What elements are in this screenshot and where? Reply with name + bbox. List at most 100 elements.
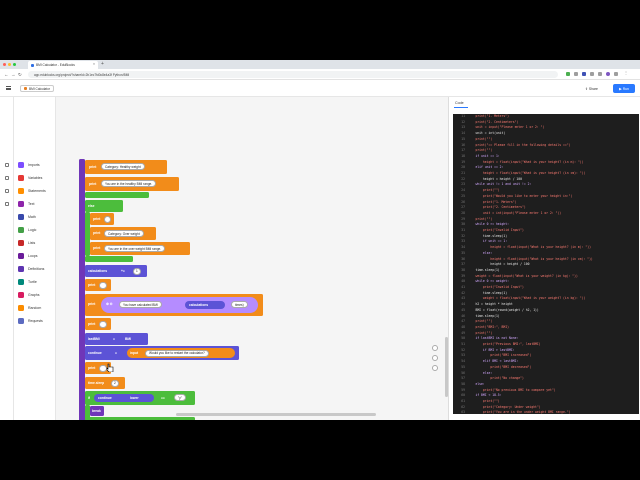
string-value[interactable]: You have calculated BMI: [119, 301, 162, 308]
help-icon[interactable]: [5, 202, 9, 206]
code-text: time.sleep(1): [468, 290, 508, 295]
empty-string-value[interactable]: [99, 281, 107, 289]
print-block[interactable]: print Category: Over weight: [90, 227, 156, 240]
extension-icon[interactable]: [614, 72, 618, 76]
continue-lower-block[interactable]: continue lower: [94, 394, 154, 402]
run-button[interactable]: ▶ Run: [613, 84, 635, 93]
logic-category-icon: [18, 227, 24, 233]
break-block[interactable]: break: [90, 406, 104, 416]
print-block[interactable]: print: [90, 213, 114, 225]
tab-code[interactable]: Code: [455, 101, 464, 105]
string-value[interactable]: Category: Healthy weight: [101, 163, 145, 170]
string-value[interactable]: Would you like to restart the calculator…: [145, 349, 209, 357]
category-imports[interactable]: Imports: [18, 161, 40, 169]
lastbmi-assign-block[interactable]: lastBMI = BMI: [85, 333, 148, 345]
print-block[interactable]: print You are in the over weight BMI ran…: [90, 242, 190, 255]
code-text: print(""): [468, 188, 500, 193]
calculations-increment-block[interactable]: calculations += 1: [85, 265, 147, 277]
code-text: print("Invalid Input"): [468, 285, 524, 289]
code-text: while unit != 1 and unit != 2:: [468, 182, 532, 187]
url-input[interactable]: app.edublocks.org/project/?shareId=2b1ec…: [28, 71, 558, 78]
code-text: if unit == 1:: [468, 153, 500, 158]
calculations-variable[interactable]: calculations: [185, 301, 225, 309]
reload-icon[interactable]: ↻: [18, 72, 22, 78]
string-value[interactable]: Category: Over weight: [104, 230, 144, 237]
category-definitions[interactable]: Definitions: [18, 265, 44, 273]
extension-icon[interactable]: [598, 72, 602, 76]
string-value[interactable]: times): [231, 301, 248, 308]
graphs-category-icon: [18, 292, 24, 298]
continue-assign-block[interactable]: continue = input Would you like to resta…: [85, 346, 239, 360]
empty-string-value[interactable]: [104, 215, 111, 223]
window-controls[interactable]: [3, 63, 16, 66]
print-block[interactable]: print Category: Healthy weight: [85, 160, 167, 174]
print-block[interactable]: print: [85, 279, 111, 291]
category-lists[interactable]: Lists: [18, 239, 35, 247]
browser-tab[interactable]: BMI Calculator - EduBlocks ×: [28, 61, 98, 69]
back-icon[interactable]: ←: [4, 72, 9, 77]
category-variables[interactable]: Variables: [18, 174, 42, 182]
project-name-button[interactable]: BMI Calculator: [20, 85, 54, 92]
category-label: Turtle: [28, 280, 37, 284]
code-text: print("You are in the under weight BMI r…: [468, 410, 571, 414]
block-categories: Imports Variables Statements Text Math L…: [14, 97, 56, 420]
print-block[interactable]: print: [85, 318, 111, 330]
code-text: unit = input("Please enter 1 or 2: "): [468, 125, 545, 130]
forward-icon[interactable]: →: [11, 72, 16, 77]
text-join-block[interactable]: ⊕ ⊖ You have calculated BMI calculations…: [101, 297, 258, 313]
code-text: print("== Please fill in the following d…: [468, 142, 571, 147]
minimize-window-icon[interactable]: [8, 63, 11, 66]
if-block[interactable]: if continue lower == "y": [85, 391, 195, 405]
zoom-in-icon[interactable]: [432, 355, 438, 361]
code-editor[interactable]: 11 print("1. Meters") 12 print("2. Centim…: [453, 114, 639, 414]
category-loops[interactable]: Loops: [18, 252, 38, 260]
number-value[interactable]: 2: [111, 379, 119, 387]
share-button[interactable]: ⇪ Share: [585, 85, 598, 92]
extension-icon[interactable]: [590, 72, 594, 76]
print-block[interactable]: print You are in the healthy BMI range.: [85, 177, 179, 191]
recenter-icon[interactable]: [432, 345, 438, 351]
string-value[interactable]: "y": [174, 394, 186, 401]
code-text: print(""): [468, 136, 493, 141]
category-requests[interactable]: Requests: [18, 317, 43, 325]
category-text[interactable]: Text: [18, 200, 34, 208]
browser-menu-icon[interactable]: ⋮: [624, 70, 628, 75]
hamburger-menu-icon[interactable]: [6, 86, 11, 90]
category-statements[interactable]: Statements: [18, 187, 46, 195]
url-text: app.edublocks.org/project/?shareId=2b1ec…: [34, 72, 130, 77]
files-icon[interactable]: [5, 176, 9, 180]
time-sleep-block[interactable]: time.sleep 2: [85, 377, 125, 389]
screen: BMI Calculator - EduBlocks × + ← → ↻ app…: [0, 60, 640, 420]
settings-icon[interactable]: [5, 189, 9, 193]
extension-icon[interactable]: [566, 72, 570, 76]
new-tab-icon[interactable]: +: [101, 61, 104, 67]
category-random[interactable]: Random: [18, 304, 41, 312]
close-window-icon[interactable]: [3, 63, 6, 66]
category-turtle[interactable]: Turtle: [18, 278, 37, 286]
zoom-out-icon[interactable]: [432, 365, 438, 371]
join-icon: ⊕ ⊖: [106, 302, 113, 306]
profile-avatar[interactable]: [606, 72, 610, 76]
extension-icon[interactable]: [582, 72, 586, 76]
blocks-icon[interactable]: [5, 163, 9, 167]
code-text: time.sleep(1): [468, 267, 500, 272]
else-block[interactable]: else: [85, 200, 123, 212]
text-category-icon: [18, 201, 24, 207]
code-text: print("Would you like to enter your heig…: [468, 193, 573, 198]
share-label: Share: [588, 86, 598, 91]
extension-icon[interactable]: [574, 72, 578, 76]
print-formatted-block[interactable]: print ⊕ ⊖ You have calculated BMI calcul…: [85, 294, 263, 316]
input-block[interactable]: input Would you like to restart the calc…: [127, 348, 235, 358]
block-workspace[interactable]: print Category: Healthy weight print You…: [56, 97, 448, 420]
category-graphs[interactable]: Graphs: [18, 291, 39, 299]
string-value[interactable]: You are in the over weight BMI range.: [104, 245, 166, 252]
string-value[interactable]: You are in the healthy BMI range.: [101, 180, 157, 187]
number-value[interactable]: 1: [133, 267, 141, 275]
category-math[interactable]: Math: [18, 213, 36, 221]
horizontal-scrollbar[interactable]: [176, 413, 376, 416]
tab-close-icon[interactable]: ×: [93, 62, 95, 66]
empty-string-value[interactable]: [99, 320, 107, 328]
category-logic[interactable]: Logic: [18, 226, 36, 234]
project-name: BMI Calculator: [29, 86, 50, 91]
maximize-window-icon[interactable]: [13, 63, 16, 66]
